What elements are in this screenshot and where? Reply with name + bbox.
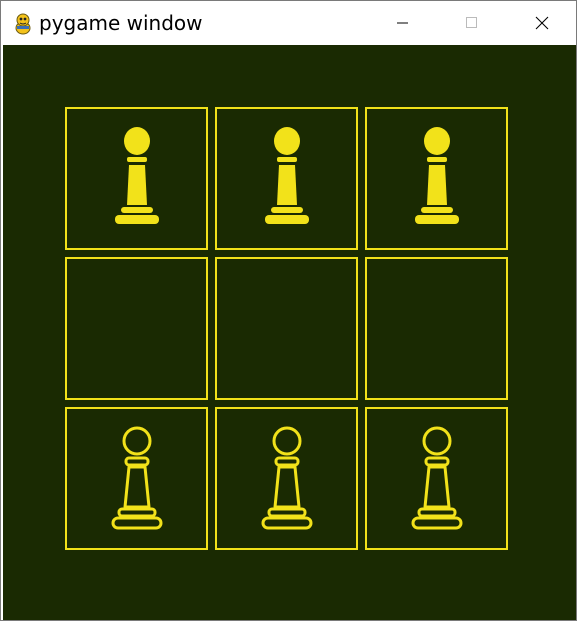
pygame-window: pygame window [0, 0, 577, 621]
outline-pawn-icon[interactable] [257, 424, 317, 534]
board-cell-r2-c2[interactable] [215, 257, 358, 400]
outline-pawn-icon[interactable] [107, 424, 167, 534]
board-cell-r3-c2[interactable] [215, 407, 358, 550]
board-cell-r3-c3[interactable] [365, 407, 508, 550]
maximize-button[interactable] [449, 1, 495, 45]
board-cell-r1-c2[interactable] [215, 107, 358, 250]
game-canvas[interactable] [3, 45, 576, 620]
filled-pawn-icon[interactable] [257, 124, 317, 234]
pygame-snake-icon [15, 13, 31, 35]
minimize-icon [397, 22, 408, 24]
close-icon [535, 16, 549, 30]
board-cell-r2-c1[interactable] [65, 257, 208, 400]
board-cell-r1-c3[interactable] [365, 107, 508, 250]
maximize-icon [466, 17, 477, 28]
minimize-button[interactable] [380, 1, 426, 45]
filled-pawn-icon[interactable] [407, 124, 467, 234]
board-cell-r1-c1[interactable] [65, 107, 208, 250]
title-bar[interactable]: pygame window [1, 1, 576, 45]
board-cell-r3-c1[interactable] [65, 407, 208, 550]
filled-pawn-icon[interactable] [107, 124, 167, 234]
board-cell-r2-c3[interactable] [365, 257, 508, 400]
outline-pawn-icon[interactable] [407, 424, 467, 534]
close-button[interactable] [519, 1, 565, 45]
window-title: pygame window [39, 11, 203, 35]
